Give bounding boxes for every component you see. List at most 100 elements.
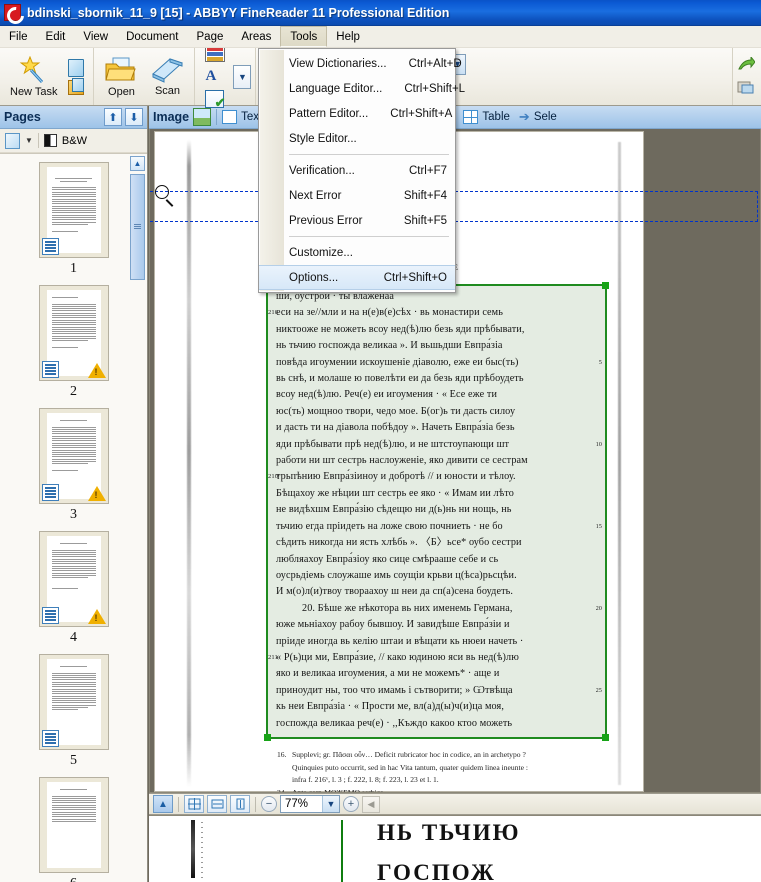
menu-item-view-dictionaries[interactable]: View Dictionaries... Ctrl+Alt+D (259, 51, 462, 76)
ocr-line: приноудит ны, тоо что имамь і сътворити;… (276, 683, 602, 699)
edit-image-icon[interactable] (193, 108, 212, 126)
list-item[interactable]: 3 (14, 408, 134, 523)
fit-height-button[interactable] (230, 795, 250, 813)
recognized-badge-icon (41, 484, 59, 501)
area-tool-text[interactable]: Text (222, 110, 262, 124)
ocr-line: работи ни шт сестрь наслоуженіе, яко див… (276, 455, 528, 467)
fit-best-button[interactable] (184, 795, 204, 813)
pages-panel: Pages ⬆ ⬇ ▼ B&W 1 ! 2 ! 3 ! 4 5 ▲ (0, 106, 148, 882)
menu-item-next-error[interactable]: Next Error Shift+F4 (259, 183, 455, 208)
menu-item-label: Verification... (289, 164, 355, 177)
fit-page-button[interactable]: ▲ (153, 795, 173, 813)
new-task-button[interactable]: New Task (4, 50, 63, 104)
thumbnail-number: 6 (14, 876, 134, 882)
send-to-icon[interactable] (737, 55, 756, 73)
recognized-badge-icon (41, 361, 59, 378)
scroll-up-icon[interactable]: ▲ (130, 156, 145, 171)
menu-file[interactable]: File (0, 26, 37, 47)
page-thumbnail[interactable] (38, 777, 109, 873)
zoom-level-combo[interactable]: 77% ▼ (280, 795, 340, 813)
scan-button[interactable]: Scan (144, 50, 190, 104)
menu-item-label: Customize... (289, 246, 353, 259)
move-page-down-icon[interactable]: ⬇ (125, 108, 143, 126)
list-item[interactable]: 6 (14, 777, 134, 882)
menu-item-customize[interactable]: Customize... (259, 240, 455, 265)
page-thumbnail[interactable] (38, 285, 109, 381)
pages-scrollbar[interactable]: ▲ (130, 156, 145, 880)
ocr-line: юс(ть) мощноо твори, чедо мое. Б(ог)ь ти… (276, 405, 516, 417)
abbyy-logo-icon (4, 4, 21, 21)
page-view-mode-icon[interactable] (5, 132, 20, 149)
menu-item-label: Language Editor... (289, 82, 383, 95)
document-icon[interactable] (68, 58, 85, 77)
menu-item-pattern-editor[interactable]: Pattern Editor... Ctrl+Shift+A (259, 101, 455, 126)
text-area-boundary (341, 820, 343, 882)
copy-area-icon[interactable] (737, 80, 755, 96)
menu-item-verification[interactable]: Verification... Ctrl+F7 (259, 158, 455, 183)
ocr-line: и дасть ти на діавола побѣдоу ». Начеть … (276, 422, 515, 434)
list-item[interactable]: 5 (14, 654, 134, 769)
zoom-in-icon[interactable]: + (343, 796, 359, 812)
area-tool-select[interactable]: ➔ Sele (519, 109, 557, 125)
area-tool-table[interactable]: Table (463, 110, 510, 124)
page-thumbnail[interactable] (38, 408, 109, 504)
list-item[interactable]: 2 (14, 285, 134, 400)
page-edge-artifact (187, 140, 191, 787)
menu-bar: File Edit View Document Page Areas Tools… (0, 26, 761, 48)
zoom-out-icon[interactable]: − (261, 796, 277, 812)
menu-areas[interactable]: Areas (232, 26, 280, 47)
chevron-down-icon[interactable]: ▼ (25, 136, 33, 145)
thumbnail-number: 1 (70, 261, 77, 276)
menu-item-label: Pattern Editor... (289, 107, 369, 120)
menu-document[interactable]: Document (117, 26, 187, 47)
thumbnail-preview (46, 782, 101, 868)
menu-separator (289, 236, 449, 237)
resize-handle-bottom-right[interactable] (602, 734, 609, 741)
folio-mark: 210 (268, 309, 279, 317)
text-area-block[interactable]: ши, оустрои · ты влаженаа 210 еси на зе//… (264, 282, 609, 741)
page-thumbnail-list[interactable]: 1 2 (0, 153, 147, 882)
scrollbar-thumb[interactable] (130, 174, 145, 280)
ocr-line: 20. Бѣше же нѣкотора вь них именемь Герм… (276, 601, 602, 617)
menu-view[interactable]: View (74, 26, 117, 47)
thumbnail-number: 4 (70, 630, 77, 645)
thumbnail-number: 5 (70, 753, 77, 768)
ocr-line: нь тьчию госпожда великаа ». И вьшьдши Е… (276, 340, 503, 352)
move-page-up-icon[interactable]: ⬆ (104, 108, 122, 126)
menu-item-language-editor[interactable]: Language Editor... Ctrl+Shift+L (259, 76, 465, 101)
open-button[interactable]: Open (98, 50, 144, 104)
menu-help[interactable]: Help (327, 26, 369, 47)
documents-folder-icon[interactable] (68, 77, 85, 95)
image-panel-title: Image (153, 110, 190, 124)
page-thumbnail[interactable] (38, 654, 109, 750)
resize-handle-top-right[interactable] (602, 282, 609, 289)
page-thumbnail[interactable] (38, 162, 109, 258)
page-thumbnail[interactable] (38, 531, 109, 627)
list-item[interactable]: 1 (14, 162, 134, 277)
menu-tools[interactable]: Tools (280, 26, 328, 47)
menu-item-previous-error[interactable]: Previous Error Shift+F5 (259, 208, 455, 233)
previous-page-button[interactable]: ◀ (362, 795, 380, 813)
ocr-line: сѣдить никогда ни ясть хлѣбь ». 〈Б〉ьсе* … (276, 537, 522, 549)
verification-icon[interactable] (205, 90, 225, 111)
editors-overflow-button[interactable]: ▼ (233, 64, 252, 89)
line-number: 10 (595, 441, 602, 448)
resize-handle-bottom-left[interactable] (264, 734, 271, 741)
toolbar-group-task: New Task (0, 48, 95, 105)
menu-item-accel: Ctrl+Shift+O (383, 271, 447, 284)
fit-width-button[interactable] (207, 795, 227, 813)
menu-item-options[interactable]: Options... Ctrl+Shift+O (259, 265, 455, 290)
list-item[interactable]: 4 (14, 531, 134, 646)
style-editor-icon[interactable]: A (205, 67, 225, 85)
zoom-preview-strip[interactable]: НЬ ТЬЧИЮ ГОСПОЖ (149, 815, 761, 882)
ocr-line: яко и великаа игоумения, а ми не можемъ*… (276, 668, 500, 680)
menu-item-style-editor[interactable]: Style Editor... (259, 126, 455, 151)
warning-icon (87, 363, 106, 378)
ocr-line: любляахоу Евпра́́зіоу яко сице смѣрааше … (276, 553, 499, 565)
menu-page[interactable]: Page (188, 26, 233, 47)
footnote-number (277, 762, 292, 774)
table-area-icon (463, 110, 479, 124)
menu-edit[interactable]: Edit (37, 26, 75, 47)
open-label: Open (108, 85, 135, 98)
footnote-text: Supplevi; gr. Πᾶσαι οὖν… Deficit rubrica… (292, 750, 526, 759)
